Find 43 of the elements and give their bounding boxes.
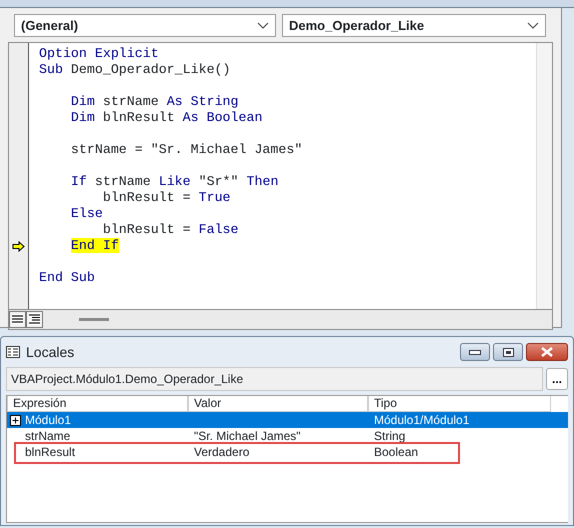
column-header[interactable]: Valor — [188, 396, 368, 412]
code-line: Dim strName As String — [70, 94, 240, 110]
module-view-button[interactable] — [26, 311, 43, 328]
code-line: strName = "Sr. Michael James" — [70, 142, 304, 158]
context-field: VBAProject.Módulo1.Demo_Operador_Like — [6, 367, 543, 391]
object-dropdown[interactable]: (General) — [14, 14, 276, 37]
column-header[interactable]: Expresión — [7, 396, 188, 412]
close-icon — [541, 347, 553, 357]
window-icon — [6, 346, 20, 358]
table-row[interactable]: strName "Sr. Michael James" String — [7, 428, 568, 444]
minimize-button[interactable] — [460, 343, 490, 361]
code-line: End Sub — [39, 270, 96, 286]
lines-icon — [12, 315, 23, 324]
code-line: Option Explicit — [39, 46, 160, 62]
maximize-button[interactable] — [493, 343, 523, 361]
lines-icon — [29, 314, 40, 325]
minimize-icon — [469, 350, 481, 354]
type-cell: String — [374, 429, 406, 443]
maximize-icon — [502, 348, 514, 356]
code-line: blnResult = False — [102, 222, 240, 238]
type-cell: Boolean — [374, 445, 418, 459]
close-button[interactable] — [526, 343, 568, 361]
code-line: If strName Like "Sr*" Then — [70, 174, 280, 190]
code-line: Else — [70, 206, 104, 222]
scrollbar-thumb[interactable] — [79, 318, 109, 321]
procedure-dropdown[interactable]: Demo_Operador_Like — [282, 14, 546, 37]
scrollbar[interactable] — [536, 43, 552, 309]
column-header[interactable]: Tipo — [368, 396, 551, 412]
code-line: Dim blnResult As Boolean — [70, 110, 264, 126]
table-row[interactable]: blnResult Verdadero Boolean — [7, 444, 568, 460]
browse-button[interactable]: ... — [546, 368, 568, 390]
expression-cell: blnResult — [25, 444, 76, 460]
code-line: Sub Demo_Operador_Like() — [39, 62, 232, 78]
window-title: Locales — [26, 342, 74, 362]
procedure-view-button[interactable] — [9, 311, 26, 328]
expression-cell: Módulo1 — [25, 412, 72, 428]
value-cell: "Sr. Michael James" — [194, 429, 301, 443]
expand-icon[interactable] — [10, 414, 21, 426]
table-row[interactable]: Módulo1 Módulo1/Módulo1 — [7, 412, 568, 428]
expression-cell: strName — [25, 428, 70, 444]
type-cell: Módulo1/Módulo1 — [374, 413, 470, 427]
value-cell: Verdadero — [194, 445, 250, 459]
code-line: blnResult = True — [102, 190, 232, 206]
